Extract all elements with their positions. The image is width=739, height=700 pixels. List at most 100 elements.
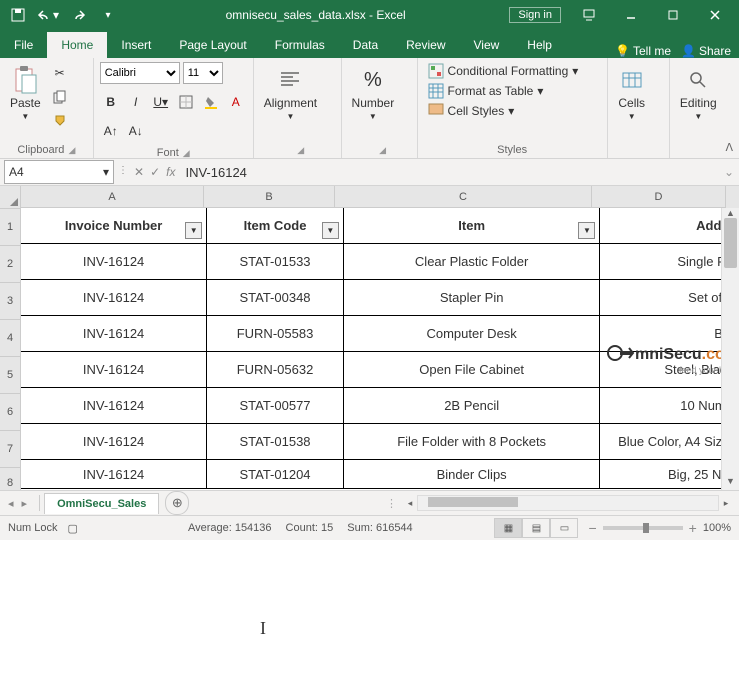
filter-item[interactable]: ▼ <box>578 222 595 239</box>
text-cursor-icon: I <box>260 618 266 639</box>
vertical-scrollbar[interactable]: ▲ ▼ <box>721 208 739 490</box>
font-name-select[interactable]: Calibri <box>100 62 180 84</box>
table-row: INV-16124FURN-05632Open File CabinetStee… <box>21 352 739 388</box>
font-color-button[interactable]: A <box>225 91 247 113</box>
filter-code[interactable]: ▼ <box>322 222 339 239</box>
enter-formula[interactable]: ✓ <box>150 165 160 179</box>
border-button[interactable] <box>175 91 197 113</box>
tab-prev[interactable]: ◂ <box>8 497 14 510</box>
format-as-table-button[interactable]: Format as Table ▾ <box>424 82 583 100</box>
tab-insert[interactable]: Insert <box>107 32 165 58</box>
tab-formulas[interactable]: Formulas <box>261 32 339 58</box>
tab-data[interactable]: Data <box>339 32 392 58</box>
zoom-in[interactable]: + <box>689 520 697 536</box>
conditional-formatting-button[interactable]: Conditional Formatting ▾ <box>424 62 583 80</box>
cells-button[interactable]: Cells ▼ <box>614 62 650 125</box>
scroll-thumb[interactable] <box>724 218 737 268</box>
tab-next[interactable]: ▸ <box>22 497 28 510</box>
row-header-4[interactable]: 4 <box>0 320 20 357</box>
underline-button[interactable]: U▾ <box>150 91 172 113</box>
header-item[interactable]: Item▼ <box>344 208 601 244</box>
tab-home[interactable]: Home <box>47 32 107 58</box>
collapse-ribbon[interactable]: ᐱ <box>725 141 733 154</box>
tab-help[interactable]: Help <box>513 32 566 58</box>
format-painter-button[interactable] <box>49 110 71 132</box>
hscroll-thumb[interactable] <box>428 497 518 507</box>
header-invoice[interactable]: Invoice Number▼ <box>21 208 207 244</box>
save-button[interactable] <box>4 3 32 27</box>
view-normal[interactable]: ▦ <box>494 518 522 538</box>
font-launcher[interactable]: ◢ <box>183 148 190 159</box>
tab-file[interactable]: File <box>0 32 47 58</box>
zoom-level[interactable]: 100% <box>703 522 731 534</box>
formula-input[interactable]: INV-16124 <box>179 165 719 180</box>
ribbon-tabs: File Home Insert Page Layout Formulas Da… <box>0 30 739 58</box>
filter-invoice[interactable]: ▼ <box>185 222 202 239</box>
row-header-2[interactable]: 2 <box>0 246 20 283</box>
fill-color-button[interactable] <box>200 91 222 113</box>
search-icon <box>684 66 712 94</box>
redo-button[interactable] <box>64 3 92 27</box>
fx-button[interactable]: fx <box>166 165 175 179</box>
scroll-down[interactable]: ▼ <box>722 476 739 490</box>
alignment-button[interactable]: Alignment ▼ <box>260 62 321 125</box>
font-size-select[interactable]: 11 <box>183 62 223 84</box>
hscroll-right[interactable]: ▸ <box>719 498 733 509</box>
new-sheet-button[interactable]: ⊕ <box>165 491 189 515</box>
row-header-1[interactable]: 1 <box>0 209 20 246</box>
header-code[interactable]: Item Code▼ <box>207 208 344 244</box>
bold-button[interactable]: B <box>100 91 122 113</box>
number-button[interactable]: % Number ▼ <box>348 62 399 125</box>
tab-view[interactable]: View <box>460 32 514 58</box>
decrease-font-button[interactable]: A↓ <box>125 120 147 142</box>
editing-button[interactable]: Editing ▼ <box>676 62 721 125</box>
expand-formula-bar[interactable]: ⌄ <box>719 165 739 179</box>
row-header-5[interactable]: 5 <box>0 357 20 394</box>
zoom-slider[interactable] <box>603 526 683 530</box>
copy-button[interactable] <box>49 86 71 108</box>
header-additional[interactable]: Additi <box>600 208 739 244</box>
tab-page-layout[interactable]: Page Layout <box>165 32 260 58</box>
paste-label: Paste <box>10 96 41 110</box>
tell-me[interactable]: 💡 Tell me <box>615 44 671 58</box>
table-row: INV-16124STAT-005772B Pencil10 Numb <box>21 388 739 424</box>
row-header-7[interactable]: 7 <box>0 431 20 468</box>
view-page-layout[interactable]: ▤ <box>522 518 550 538</box>
hscroll-left[interactable]: ◂ <box>403 498 417 509</box>
col-header-A[interactable]: A <box>21 186 204 208</box>
share-button[interactable]: 👤 Share <box>681 44 731 58</box>
tab-review[interactable]: Review <box>392 32 459 58</box>
number-launcher[interactable]: ◢ <box>379 145 386 156</box>
increase-font-button[interactable]: A↑ <box>100 120 122 142</box>
view-page-break[interactable]: ▭ <box>550 518 578 538</box>
sheet-tab[interactable]: OmniSecu_Sales <box>44 493 159 514</box>
zoom-out[interactable]: − <box>588 520 596 536</box>
macro-record-icon[interactable]: ▢ <box>68 522 78 535</box>
select-all-corner[interactable] <box>0 186 20 209</box>
undo-button[interactable]: ▾ <box>34 3 62 27</box>
align-icon <box>276 66 304 94</box>
italic-button[interactable]: I <box>125 91 147 113</box>
minimize-button[interactable] <box>611 3 651 27</box>
paste-button[interactable]: Paste ▼ <box>6 62 45 125</box>
sign-in-button[interactable]: Sign in <box>509 7 561 23</box>
horizontal-scrollbar[interactable] <box>417 495 719 511</box>
col-header-C[interactable]: C <box>335 186 592 208</box>
alignment-launcher[interactable]: ◢ <box>297 145 304 156</box>
row-header-3[interactable]: 3 <box>0 283 20 320</box>
formula-bar: A4▾ ⋮ ✕ ✓ fx INV-16124 ⌄ <box>0 159 739 186</box>
formula-more[interactable]: ⋮ <box>118 165 128 179</box>
cancel-formula[interactable]: ✕ <box>134 165 144 179</box>
row-header-8[interactable]: 8 <box>0 468 20 490</box>
clipboard-launcher[interactable]: ◢ <box>68 145 75 156</box>
col-header-D[interactable]: D <box>592 186 726 208</box>
col-header-B[interactable]: B <box>204 186 335 208</box>
maximize-button[interactable] <box>653 3 693 27</box>
cut-button[interactable]: ✂ <box>49 62 71 84</box>
close-button[interactable] <box>695 3 735 27</box>
cell-styles-button[interactable]: Cell Styles ▾ <box>424 102 583 120</box>
qat-customize[interactable]: ▾ <box>94 3 122 27</box>
row-header-6[interactable]: 6 <box>0 394 20 431</box>
ribbon-options-icon[interactable] <box>569 3 609 27</box>
name-box[interactable]: A4▾ <box>4 160 114 184</box>
